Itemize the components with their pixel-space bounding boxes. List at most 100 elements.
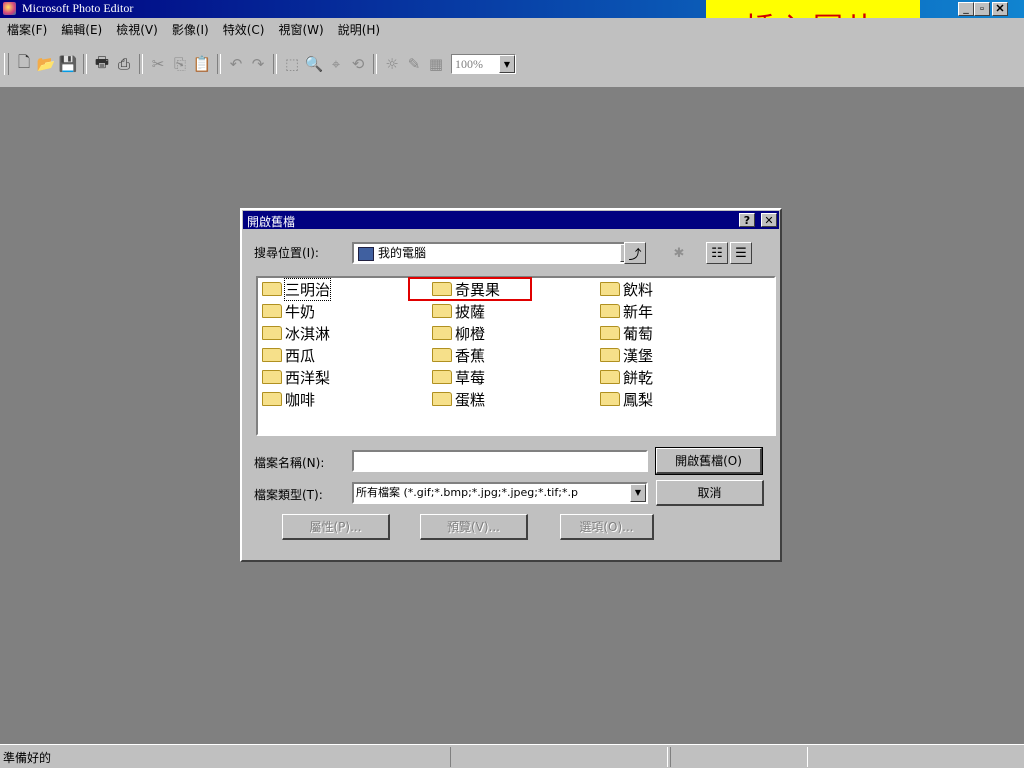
up-one-level-icon[interactable]: ⤴ bbox=[624, 242, 646, 264]
select-icon[interactable]: ⬚ bbox=[281, 53, 303, 75]
filename-label: 檔案名稱(N): bbox=[254, 456, 325, 470]
chevron-down-icon[interactable]: ▼ bbox=[499, 55, 515, 73]
menu-window[interactable]: 視窗(W) bbox=[271, 21, 330, 38]
folder-icon bbox=[600, 348, 620, 362]
folder-label: 漢堡 bbox=[623, 346, 654, 365]
pen-icon[interactable]: ✎ bbox=[403, 53, 425, 75]
folder-label: 披薩 bbox=[455, 302, 486, 321]
options-button[interactable]: 選項(O)... bbox=[560, 514, 654, 540]
folder-label: 草莓 bbox=[455, 368, 486, 387]
list-item[interactable]: 三明治 bbox=[262, 277, 332, 301]
list-item[interactable]: 新年 bbox=[600, 300, 653, 322]
folder-icon bbox=[600, 304, 620, 318]
folder-label: 三明治 bbox=[283, 277, 332, 301]
paste-icon[interactable]: 📋 bbox=[191, 53, 213, 75]
filetype-label: 檔案類型(T): bbox=[254, 488, 323, 502]
list-item[interactable]: 草莓 bbox=[432, 366, 500, 388]
list-item[interactable]: 飲料 bbox=[600, 278, 653, 300]
open-folder-icon[interactable]: 📂 bbox=[35, 53, 57, 75]
scan-icon[interactable]: ⎙ bbox=[113, 53, 135, 75]
folder-label: 西瓜 bbox=[285, 346, 316, 365]
look-in-label: 搜尋位置(I): bbox=[254, 246, 319, 260]
print-icon[interactable]: 🖶 bbox=[91, 53, 113, 75]
status-text: 準備好的 bbox=[3, 751, 52, 765]
toolbar-separator bbox=[139, 54, 143, 74]
menu-edit[interactable]: 編輯(E) bbox=[54, 21, 109, 38]
copy-icon[interactable]: ⎘ bbox=[169, 53, 191, 75]
filetype-select[interactable]: 所有檔案 (*.gif;*.bmp;*.jpg;*.jpeg;*.tif;*.p… bbox=[352, 482, 648, 504]
photo-editor-app-icon[interactable] bbox=[3, 2, 16, 15]
chevron-down-icon[interactable]: ▼ bbox=[630, 484, 646, 502]
folder-icon bbox=[600, 370, 620, 384]
folder-label: 香蕉 bbox=[455, 346, 486, 365]
folder-icon bbox=[432, 326, 452, 340]
folder-icon bbox=[432, 348, 452, 362]
minimize-button[interactable]: _ bbox=[958, 2, 974, 16]
undo-icon[interactable]: ↶ bbox=[225, 53, 247, 75]
folder-label: 冰淇淋 bbox=[285, 324, 331, 343]
toolbar-grip[interactable] bbox=[4, 53, 9, 75]
toolbar-separator bbox=[217, 54, 221, 74]
folder-icon bbox=[600, 392, 620, 406]
zoom-icon[interactable]: 🔍 bbox=[303, 53, 325, 75]
preview-button[interactable]: 預覽(V)... bbox=[420, 514, 528, 540]
close-button[interactable]: ✕ bbox=[992, 2, 1008, 16]
toolbar: 🗋 📂 💾 🖶 ⎙ ✂ ⎘ 📋 ↶ ↷ ⬚ 🔍 ⌖ ⟲ ☼ ✎ ▦ 100% ▼ bbox=[0, 40, 1024, 88]
highlight-box bbox=[408, 277, 532, 301]
list-item[interactable]: 鳳梨 bbox=[600, 388, 653, 410]
list-item[interactable]: 柳橙 bbox=[432, 322, 500, 344]
menu-view[interactable]: 檢視(V) bbox=[109, 21, 165, 38]
folder-icon bbox=[262, 304, 282, 318]
menu-help[interactable]: 說明(H) bbox=[331, 21, 387, 38]
zoom-value: 100% bbox=[455, 57, 483, 71]
list-item[interactable]: 餅乾 bbox=[600, 366, 653, 388]
new-file-icon[interactable]: 🗋 bbox=[13, 53, 35, 75]
zoom-select[interactable]: 100% ▼ bbox=[451, 54, 516, 74]
folder-icon bbox=[432, 392, 452, 406]
menu-image[interactable]: 影像(I) bbox=[165, 21, 216, 38]
list-view-icon[interactable]: ☷ bbox=[706, 242, 728, 264]
menu-bar: 檔案(F) 編輯(E) 檢視(V) 影像(I) 特效(C) 視窗(W) 說明(H… bbox=[0, 18, 1024, 40]
properties-button[interactable]: 屬性(P)... bbox=[282, 514, 390, 540]
redo-icon[interactable]: ↷ bbox=[247, 53, 269, 75]
list-item[interactable]: 冰淇淋 bbox=[262, 322, 330, 344]
list-item[interactable]: 葡萄 bbox=[600, 322, 653, 344]
folder-label: 新年 bbox=[623, 302, 654, 321]
look-in-select[interactable]: 我的電腦 ▼ bbox=[352, 242, 638, 264]
details-view-icon[interactable]: ☰ bbox=[730, 242, 752, 264]
list-item[interactable]: 漢堡 bbox=[600, 344, 653, 366]
effects-icon[interactable]: ☼ bbox=[381, 53, 403, 75]
list-item[interactable]: 咖啡 bbox=[262, 388, 330, 410]
dialog-title-bar: 開啟舊檔 ? ✕ bbox=[243, 211, 779, 229]
cancel-button[interactable]: 取消 bbox=[656, 480, 764, 506]
list-item[interactable]: 蛋糕 bbox=[432, 388, 500, 410]
list-item[interactable]: 牛奶 bbox=[262, 300, 330, 322]
menu-file[interactable]: 檔案(F) bbox=[0, 21, 54, 38]
list-item[interactable]: 西瓜 bbox=[262, 344, 330, 366]
folder-label: 西洋梨 bbox=[285, 368, 331, 387]
list-item[interactable]: 香蕉 bbox=[432, 344, 500, 366]
rotate-icon[interactable]: ⟲ bbox=[347, 53, 369, 75]
save-icon[interactable]: 💾 bbox=[57, 53, 79, 75]
folder-icon bbox=[432, 304, 452, 318]
menu-effects[interactable]: 特效(C) bbox=[216, 21, 272, 38]
folder-label: 牛奶 bbox=[285, 302, 316, 321]
window-title: Microsoft Photo Editor bbox=[22, 1, 134, 15]
folder-icon bbox=[432, 370, 452, 384]
help-button[interactable]: ? bbox=[739, 213, 755, 227]
dialog-close-button[interactable]: ✕ bbox=[761, 213, 777, 227]
new-folder-icon[interactable]: ✱ bbox=[668, 242, 690, 264]
open-button[interactable]: 開啟舊檔(O) bbox=[655, 447, 763, 475]
folder-icon bbox=[600, 282, 620, 296]
transparency-icon[interactable]: ▦ bbox=[425, 53, 447, 75]
open-file-dialog: 開啟舊檔 ? ✕ 搜尋位置(I): 我的電腦 ▼ ⤴ ✱ ☷ ☰ 三明治 牛奶 … bbox=[240, 208, 782, 562]
filename-input[interactable] bbox=[352, 450, 648, 472]
maximize-button[interactable]: ▫ bbox=[974, 2, 990, 16]
list-item[interactable]: 西洋梨 bbox=[262, 366, 330, 388]
folder-label: 蛋糕 bbox=[455, 390, 486, 409]
crop-icon[interactable]: ⌖ bbox=[325, 53, 347, 75]
cut-icon[interactable]: ✂ bbox=[147, 53, 169, 75]
status-bar: 準備好的 bbox=[0, 744, 1024, 768]
list-item[interactable]: 披薩 bbox=[432, 300, 500, 322]
folder-icon bbox=[262, 282, 282, 296]
